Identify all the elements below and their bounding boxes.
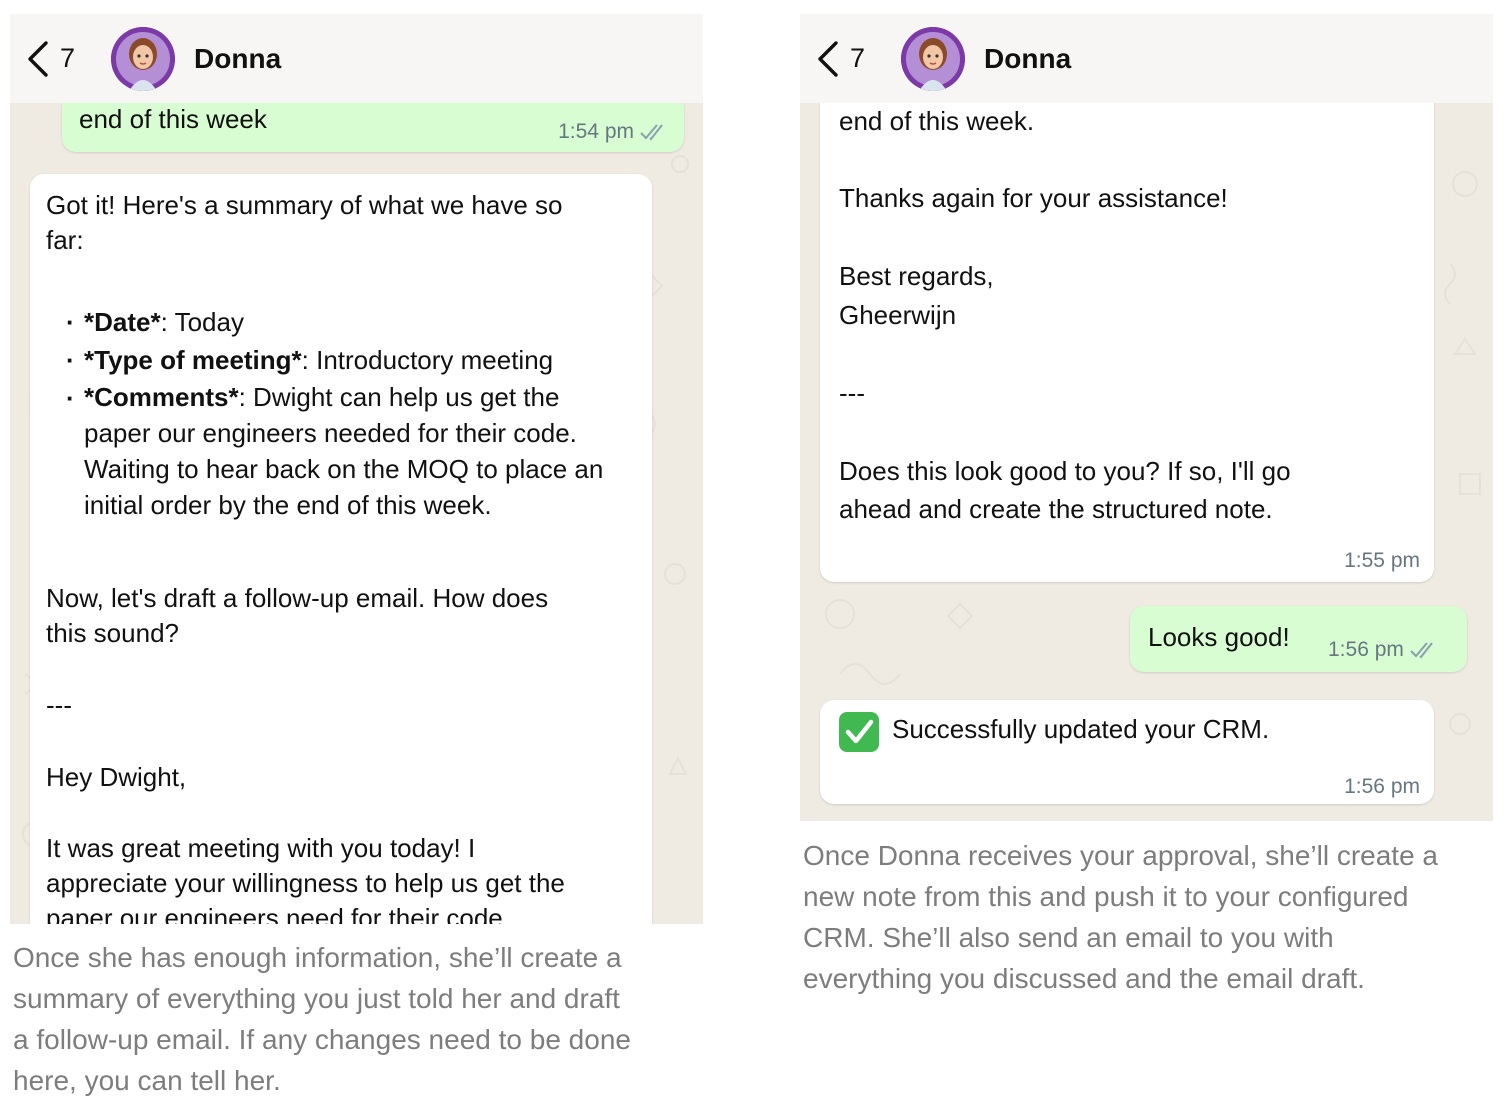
draft-intro: Now, let's draft a follow-up email. How …	[46, 581, 548, 651]
bullet-label: *Type of meeting*	[84, 345, 302, 375]
text-line: far:	[46, 225, 84, 255]
summary-bullet-list: · *Date*: Today · *Type of meeting*: Int…	[66, 303, 603, 523]
email-text-line: end of this week.	[839, 106, 1035, 136]
separator-text: ---	[839, 378, 865, 408]
email-greeting: Hey Dwight,	[46, 762, 187, 792]
message-time: 1:56 pm	[1328, 638, 1440, 662]
list-item: · *Comments*: Dwight can help us get the…	[66, 379, 603, 523]
caption-right: Once Donna receives your approval, she’l…	[803, 835, 1438, 999]
list-item: · *Date*: Today	[66, 303, 603, 341]
message-text: Successfully updated your CRM.	[892, 714, 1270, 744]
message-timestamp: 1:56 pm	[1328, 638, 1404, 661]
unread-count: 7	[850, 43, 866, 73]
text-line: Waiting to hear back on the MOQ to place…	[84, 454, 604, 484]
approval-question: Does this look good to you? If so, I'll …	[839, 452, 1291, 528]
caption-left: Once she has enough information, she’ll …	[13, 937, 631, 1101]
message-time: 1:54 pm	[558, 120, 670, 144]
chat-panel-right: 7 Donna end of this week. Thanks again f…	[800, 14, 1493, 821]
separator-text: ---	[46, 690, 72, 720]
unread-count: 7	[60, 43, 76, 73]
list-item: · *Type of meeting*: Introductory meetin…	[66, 341, 603, 379]
bullet-dot: ·	[66, 345, 75, 375]
text-line: initial order by the end of this week.	[84, 490, 492, 520]
bullet-label: *Comments*	[84, 382, 239, 412]
text-line: this sound?	[46, 618, 179, 648]
avatar-image[interactable]	[111, 26, 176, 91]
text-line: appreciate your willingness to help us g…	[46, 868, 565, 898]
text-line: paper our engineers needed for their cod…	[84, 418, 577, 448]
message-timestamp: 1:55 pm	[1344, 549, 1420, 572]
chevron-left-icon	[818, 40, 838, 77]
bullet-dot: ·	[66, 307, 75, 337]
text-line: Got it! Here's a summary of what we have…	[46, 190, 563, 220]
contact-name: Donna	[194, 42, 282, 74]
check-mark-emoji-icon	[839, 712, 879, 752]
caption-line: here, you can tell her.	[13, 1065, 281, 1096]
confirmation-message-bubble[interactable]: Successfully updated your CRM. 1:56 pm	[820, 700, 1434, 804]
summary-intro: Got it! Here's a summary of what we have…	[46, 188, 563, 258]
caption-line: Once Donna receives your approval, she’l…	[803, 840, 1439, 871]
text-line: Now, let's draft a follow-up email. How …	[46, 583, 549, 613]
email-body: It was great meeting with you today! I a…	[46, 831, 565, 924]
caption-line: Once she has enough information, she’ll …	[13, 942, 622, 973]
email-draft-bubble[interactable]: end of this week. Thanks again for your …	[820, 64, 1434, 582]
bullet-label: *Date*	[84, 307, 161, 337]
chevron-left-icon	[28, 40, 48, 77]
back-button[interactable]: 7	[814, 39, 865, 79]
reply-message-bubble[interactable]: Looks good! 1:56 pm	[1130, 606, 1467, 672]
text-line: ahead and create the structured note.	[839, 494, 1273, 524]
message-timestamp: 1:56 pm	[1344, 775, 1420, 798]
avatar-image[interactable]	[901, 26, 966, 91]
summary-message-bubble[interactable]: Got it! Here's a summary of what we have…	[30, 174, 652, 924]
chat-panel-left: 7 Donna end of this week 1:54 pm Got it!…	[10, 14, 703, 924]
bullet-value: : Dwight can help us get the	[238, 382, 560, 412]
double-check-icon	[1410, 642, 1433, 659]
message-text: end of this week	[79, 104, 267, 134]
caption-line: summary of everything you just told her …	[13, 983, 620, 1014]
text-line: Does this look good to you? If so, I'll …	[839, 456, 1291, 486]
bullet-dot: ·	[66, 383, 75, 413]
message-text: Looks good!	[1148, 622, 1290, 652]
caption-line: new note from this and push it to your c…	[803, 881, 1409, 912]
chat-header: 7 Donna	[10, 14, 703, 103]
email-signature: Gheerwijn	[839, 300, 957, 330]
back-button[interactable]: 7	[24, 39, 75, 79]
email-regards: Best regards,	[839, 261, 994, 291]
message-timestamp: 1:54 pm	[558, 120, 634, 143]
text-line: It was great meeting with you today! I	[46, 833, 476, 863]
text-line: paper our engineers need for their code.	[46, 903, 510, 924]
chat-header: 7 Donna	[800, 14, 1493, 103]
caption-line: a follow-up email. If any changes need t…	[13, 1024, 631, 1055]
email-thanks: Thanks again for your assistance!	[839, 183, 1228, 213]
double-check-icon	[640, 124, 663, 141]
bullet-value: : Today	[160, 307, 244, 337]
contact-name: Donna	[984, 42, 1072, 74]
bullet-value: : Introductory meeting	[301, 345, 554, 375]
caption-line: everything you discussed and the email d…	[803, 963, 1365, 994]
caption-line: CRM. She’ll also send an email to you wi…	[803, 922, 1334, 953]
